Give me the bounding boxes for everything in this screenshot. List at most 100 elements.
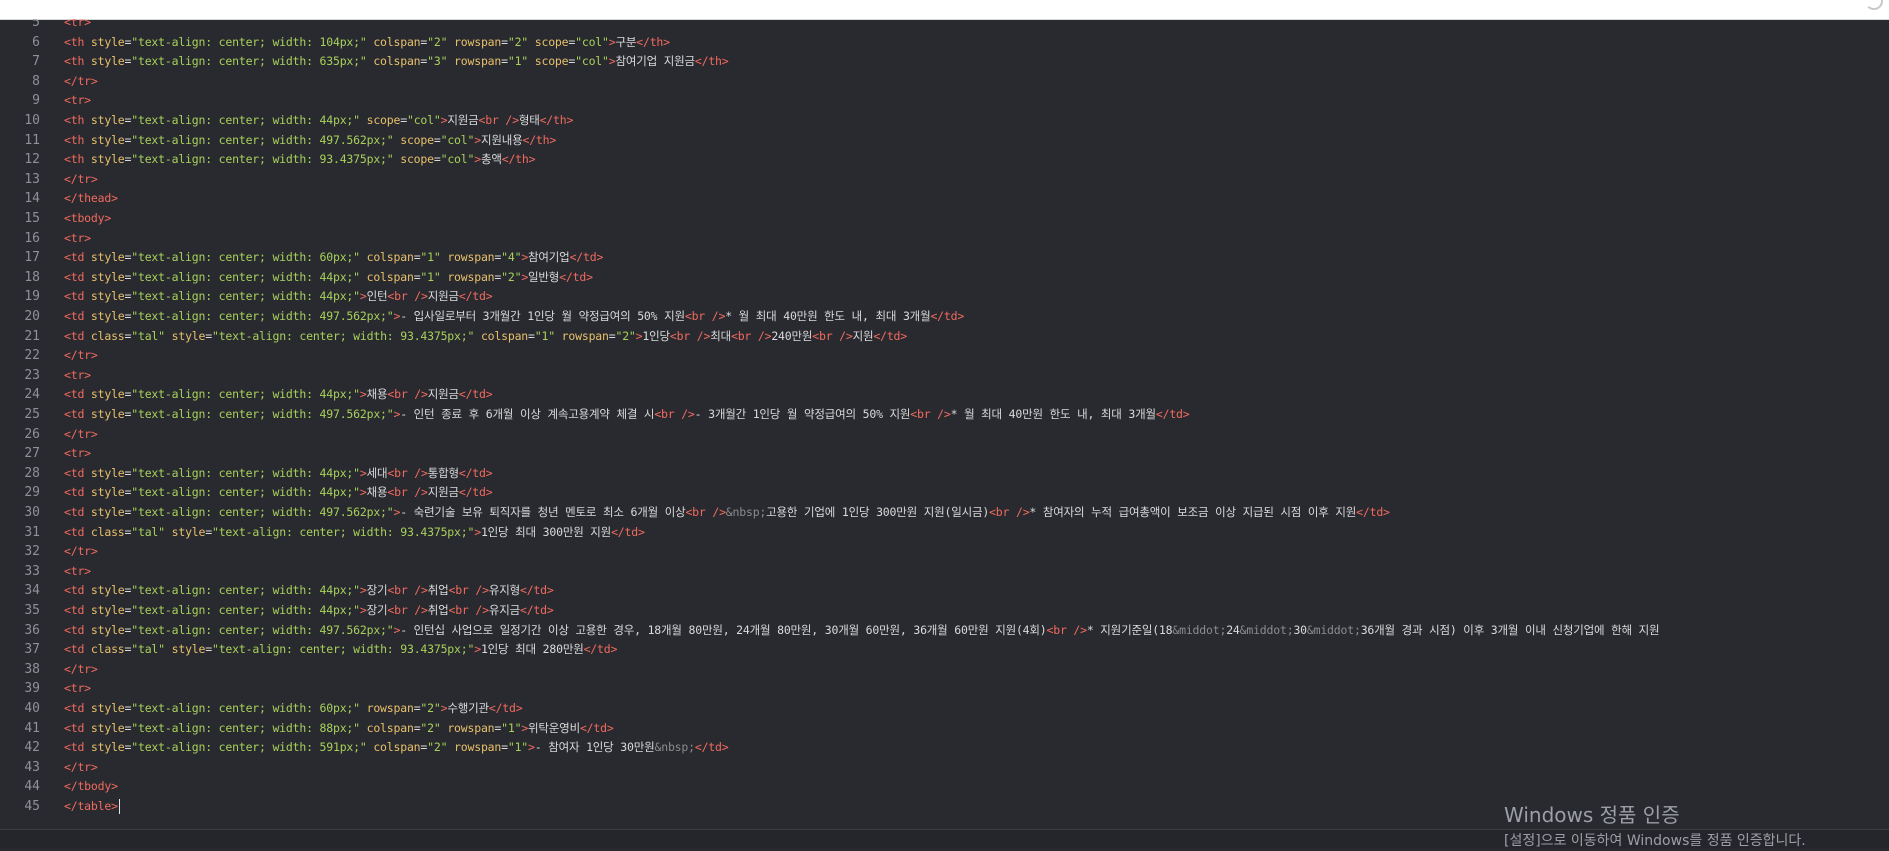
code-line[interactable]: 14 </thead> <box>0 189 1889 209</box>
code-text[interactable]: <td style="text-align: center; width: 44… <box>64 601 554 621</box>
code-text[interactable]: <td class="tal" style="text-align: cente… <box>64 327 907 347</box>
code-text[interactable]: <tr> <box>64 366 91 386</box>
code-text[interactable]: <td style = "text-align: center; width: 59… <box>64 738 729 758</box>
code-line[interactable]: 42 <td style = "text-align: center; width: … <box>0 738 1889 758</box>
code-text[interactable]: <tr> <box>64 562 91 582</box>
code-line[interactable]: 22 </tr> <box>0 346 1889 366</box>
code-text[interactable]: <td style="text-align: center; width: 44… <box>64 268 593 288</box>
code-line[interactable]: 41 <td style="text-align: center; width: … <box>0 719 1889 739</box>
code-line[interactable]: 26 </tr> <box>0 425 1889 445</box>
code-text[interactable]: <td style="text-align: center; width: 44… <box>64 287 493 307</box>
code-line[interactable]: 13 </tr> <box>0 170 1889 190</box>
code-text[interactable]: <td style="text-align: center; width: 49… <box>64 621 1660 641</box>
code-text[interactable]: <td style="text-align: center; width: 44… <box>64 385 493 405</box>
code-text[interactable]: </tr> <box>64 542 98 562</box>
code-line[interactable]: 19 <td style="text-align: center; width: … <box>0 287 1889 307</box>
code-line[interactable]: 10 <th style = "text-align: center; width: … <box>0 111 1889 131</box>
code-line[interactable]: 9 <tr> <box>0 91 1889 111</box>
code-line[interactable]: 44 </tbody> <box>0 777 1889 797</box>
code-line[interactable]: 43 </tr> <box>0 758 1889 778</box>
code-text[interactable]: </thead> <box>64 189 118 209</box>
code-line[interactable]: 35 <td style="text-align: center; width: … <box>0 601 1889 621</box>
code-line[interactable]: 28 <td style="text-align: center; width: … <box>0 464 1889 484</box>
code-line[interactable]: 6 <th style = "text-align: center; width: 1… <box>0 33 1889 53</box>
code-text[interactable]: <th style = "text-align: center; width: 49… <box>64 131 556 151</box>
code-text[interactable]: <tbody> <box>64 209 111 229</box>
code-line[interactable]: 18 <td style="text-align: center; width: … <box>0 268 1889 288</box>
code-text[interactable]: <td style="text-align: center; width: 44… <box>64 483 493 503</box>
code-line[interactable]: 11 <th style = "text-align: center; width: … <box>0 131 1889 151</box>
code-text[interactable]: <th style = "text-align: center; width: 93… <box>64 150 536 170</box>
code-token: "2" <box>615 328 636 343</box>
code-editor[interactable]: 5 <tr> 6 <th style="text-align: center; wid… <box>0 19 1889 829</box>
code-token: 참여기업 <box>528 250 570 265</box>
code-line[interactable]: 31 <td class="tal" style="text-align: cen… <box>0 523 1889 543</box>
code-text[interactable]: <td class="tal" style="text-align: cente… <box>64 523 645 543</box>
code-text[interactable]: <td style="text-align: center; width: 88… <box>64 719 614 739</box>
code-token: </td> <box>458 465 493 480</box>
code-line[interactable]: 7 <th style = "text-align: center; width: 6… <box>0 52 1889 72</box>
code-text[interactable]: <th style = "text-align: center; width: 63… <box>64 52 729 72</box>
code-text[interactable]: <tr> <box>64 19 91 33</box>
code-line[interactable]: 5 <tr> <box>0 19 1889 33</box>
code-line[interactable]: 15 <tbody> <box>0 209 1889 229</box>
code-token: - 3개월간 1인당 월 약정급여의 50% 지원 <box>694 407 911 421</box>
code-text[interactable]: </tbody> <box>64 777 118 797</box>
code-token: <br /> <box>910 407 951 421</box>
code-token: 참여기업 지원금 <box>615 54 695 69</box>
code-token: style <box>90 250 125 265</box>
code-line[interactable]: 40 <td style="text-align: center; width: … <box>0 699 1889 719</box>
code-text[interactable]: <tr> <box>64 679 91 699</box>
code-token: 유지형 <box>488 583 520 598</box>
line-number: 45 <box>24 799 40 814</box>
code-line[interactable]: 12 <th style = "text-align: center; width: … <box>0 150 1889 170</box>
code-token: </thead> <box>64 191 118 206</box>
code-text[interactable]: <td style="text-align: center; width: 49… <box>64 503 1390 523</box>
code-text[interactable]: <tr> <box>64 444 91 464</box>
code-token: "3" <box>427 54 448 69</box>
code-token: </td> <box>611 524 645 539</box>
code-line[interactable]: 25 <td style="text-align: center; width: … <box>0 405 1889 425</box>
code-line[interactable]: 16 <tr> <box>0 229 1889 249</box>
code-text[interactable]: <td style="text-align: center; width: 49… <box>64 405 1190 425</box>
code-line[interactable]: 29 <td style="text-align: center; width: … <box>0 483 1889 503</box>
code-line[interactable]: 27 <tr> <box>0 444 1889 464</box>
code-text[interactable]: <td style="text-align: center; width: 44… <box>64 464 493 484</box>
code-text[interactable]: </tr> <box>64 170 98 190</box>
windows-activation-watermark: Windows 정품 인증 [설정]으로 이동하여 Windows를 정품 인증… <box>1504 803 1806 851</box>
code-line[interactable]: 20 <td style="text-align: center; width: … <box>0 307 1889 327</box>
code-text[interactable]: <td style="text-align: center; width: 44… <box>64 581 554 601</box>
code-text[interactable]: <td style="text-align: center; width: 60… <box>64 699 523 719</box>
code-line[interactable]: 30 <td style="text-align: center; width: … <box>0 503 1889 523</box>
code-token: 지원금 <box>427 289 459 304</box>
code-text[interactable]: <th style = "text-align: center; width: 10… <box>64 33 670 53</box>
line-number: 12 <box>24 152 40 168</box>
code-text[interactable]: </tr> <box>64 660 98 680</box>
code-line[interactable]: 17 <td style="text-align: center; width: … <box>0 248 1889 268</box>
code-line[interactable]: 8 </tr> <box>0 72 1889 92</box>
code-line[interactable]: 32 </tr> <box>0 542 1889 562</box>
code-line[interactable]: 23 <tr> <box>0 366 1889 386</box>
code-text[interactable]: </tr> <box>64 346 98 366</box>
code-text[interactable]: <td style="text-align: center; width: 49… <box>64 307 964 327</box>
code-line[interactable]: 38 </tr> <box>0 660 1889 680</box>
code-text[interactable]: <td style="text-align: center; width: 60… <box>64 248 603 268</box>
code-text[interactable]: <tr> <box>64 229 91 249</box>
code-text[interactable]: </table> <box>64 797 120 817</box>
code-line[interactable]: 21 <td class="tal" style="text-align: cen… <box>0 327 1889 347</box>
code-token: "1" <box>420 250 441 265</box>
code-line[interactable]: 36 <td style="text-align: center; width: … <box>0 621 1889 641</box>
code-token: "text-align: center; width: 635px;" <box>131 54 367 69</box>
code-line[interactable]: 34 <td style="text-align: center; width: … <box>0 581 1889 601</box>
code-text[interactable]: </tr> <box>64 72 98 92</box>
code-text[interactable]: <th style = "text-align: center; width: 44… <box>64 111 573 131</box>
code-text[interactable]: <tr> <box>64 91 91 111</box>
code-text[interactable]: </tr> <box>64 758 98 778</box>
code-line[interactable]: 24 <td style="text-align: center; width: … <box>0 385 1889 405</box>
code-line[interactable]: 37 <td class="tal" style="text-align: cen… <box>0 640 1889 660</box>
code-text[interactable]: </tr> <box>64 425 98 445</box>
code-token: 24 <box>1226 622 1240 637</box>
code-line[interactable]: 39 <tr> <box>0 679 1889 699</box>
code-line[interactable]: 33 <tr> <box>0 562 1889 582</box>
code-text[interactable]: <td class="tal" style="text-align: cente… <box>64 640 617 660</box>
